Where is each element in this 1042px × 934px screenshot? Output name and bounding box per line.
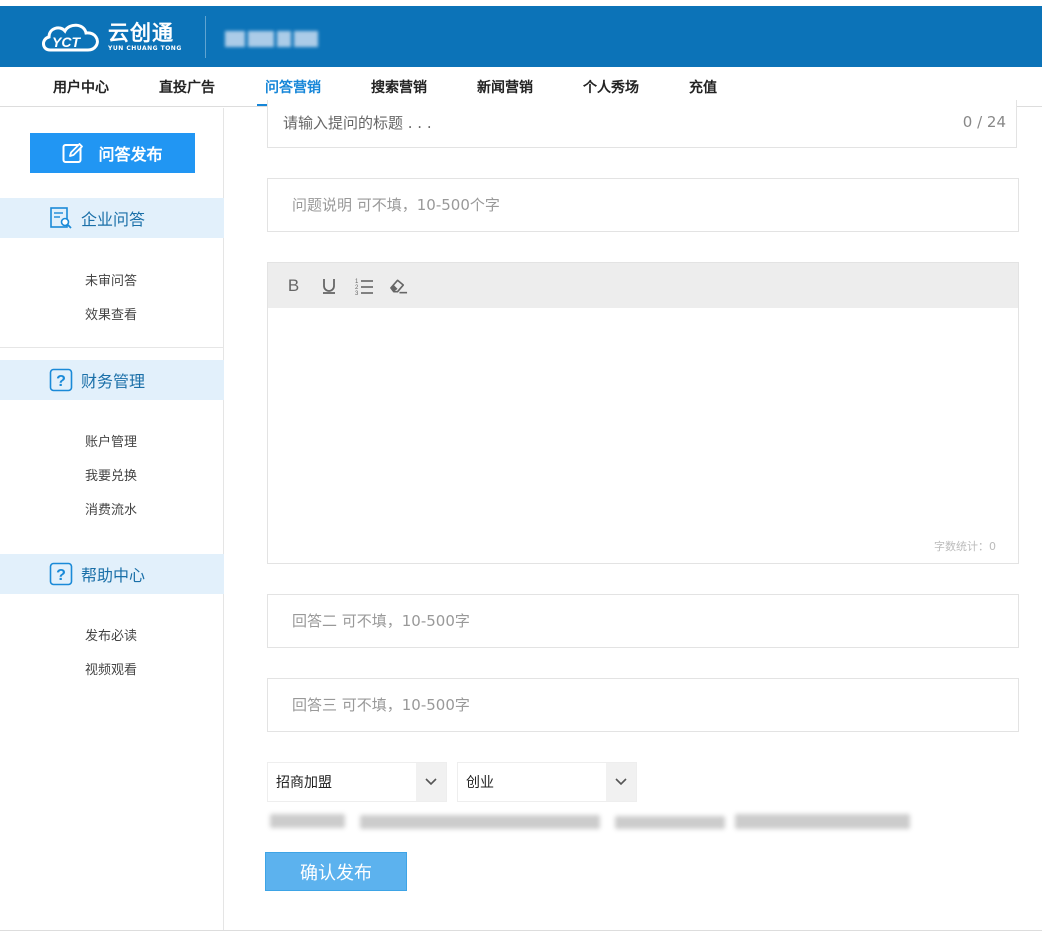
svg-text:?: ? [56, 373, 66, 390]
qa-publish-label: 问答发布 [98, 145, 163, 164]
answer-two-input[interactable] [268, 595, 1018, 647]
bold-label: B [287, 275, 300, 295]
sidebar-divider [0, 347, 224, 348]
bold-icon[interactable]: B [284, 276, 303, 295]
question-icon: ? [49, 368, 73, 392]
sidebar-link-transactions[interactable]: 消费流水 [85, 499, 137, 518]
blurred-notice-text [255, 810, 915, 834]
sidebar-section-title: 帮助中心 [81, 566, 146, 585]
category-primary-value: 招商加盟 [276, 775, 332, 791]
title-char-counter: 0 / 24 [962, 113, 1006, 131]
eraser-glyph [390, 278, 408, 293]
answer-two-field[interactable] [267, 594, 1019, 648]
category-select-primary[interactable]: 招商加盟 [267, 762, 447, 802]
nav-item-direct-ads[interactable]: 直投广告 [158, 67, 216, 107]
sidebar-section-help[interactable]: ? 帮助中心 [0, 554, 224, 594]
sidebar-link-must-read[interactable]: 发布必读 [85, 625, 137, 644]
cloud-logo-icon: YCT [42, 23, 99, 52]
category-secondary-value: 创业 [466, 775, 494, 791]
svg-text:3: 3 [355, 291, 359, 295]
sidebar-link-exchange[interactable]: 我要兑换 [85, 465, 137, 484]
question-title-input[interactable] [268, 100, 1016, 146]
sidebar-link-video[interactable]: 视频观看 [85, 659, 137, 678]
qa-publish-button[interactable]: 问答发布 [30, 133, 195, 173]
question-description-field[interactable] [267, 178, 1019, 232]
question-title-field[interactable]: 0 / 24 [267, 100, 1017, 148]
nav-item-user-center[interactable]: 用户中心 [52, 67, 110, 107]
sidebar-link-view-effect[interactable]: 效果查看 [85, 304, 137, 323]
answer-editor: B 1 2 3 字数统计：0 [267, 262, 1019, 564]
logo-cn: 云创通 [108, 21, 174, 45]
ordered-list-glyph: 1 2 3 [355, 279, 373, 295]
answer-three-input[interactable] [268, 679, 1018, 731]
underline-icon[interactable] [319, 276, 338, 295]
category-select-secondary[interactable]: 创业 [457, 762, 637, 802]
sidebar: 问答发布 企业问答 未审问答 效果查看 ? 财务管理 账户管理 我要兑换 消费流… [0, 108, 224, 930]
chevron-down-icon [606, 763, 636, 801]
logo-en: YUN CHUANG TONG [108, 45, 182, 52]
logo[interactable]: YCT 云创通 YUN CHUANG TONG [40, 17, 182, 57]
question-description-input[interactable] [268, 179, 1018, 231]
sidebar-section-enterprise-qa[interactable]: 企业问答 [0, 198, 224, 238]
blurred-username [225, 31, 320, 47]
logo-text: 云创通 YUN CHUANG TONG [108, 21, 182, 53]
sidebar-link-unreviewed-qa[interactable]: 未审问答 [85, 270, 137, 289]
edit-icon [62, 143, 84, 163]
ordered-list-icon[interactable]: 1 2 3 [354, 276, 373, 295]
document-search-icon [50, 207, 72, 229]
sidebar-section-title: 财务管理 [81, 372, 146, 391]
answer-three-field[interactable] [267, 678, 1019, 732]
eraser-icon[interactable] [389, 276, 408, 295]
question-icon: ? [49, 562, 73, 586]
svg-text:?: ? [56, 567, 66, 584]
confirm-publish-button[interactable]: 确认发布 [265, 852, 407, 891]
sidebar-section-title: 企业问答 [81, 210, 146, 229]
sidebar-section-finance[interactable]: ? 财务管理 [0, 360, 224, 400]
editor-content-area[interactable]: 字数统计：0 [268, 308, 1018, 563]
editor-toolbar: B 1 2 3 [268, 263, 1018, 308]
top-header: YCT 云创通 YUN CHUANG TONG [0, 6, 1042, 67]
word-count: 字数统计：0 [934, 540, 996, 553]
underline-glyph [322, 278, 335, 294]
bottom-divider [0, 930, 1042, 931]
logo-mark-text: YCT [52, 34, 81, 50]
chevron-down-icon [416, 763, 446, 801]
header-divider [205, 16, 206, 58]
sidebar-link-account-manage[interactable]: 账户管理 [85, 431, 137, 450]
